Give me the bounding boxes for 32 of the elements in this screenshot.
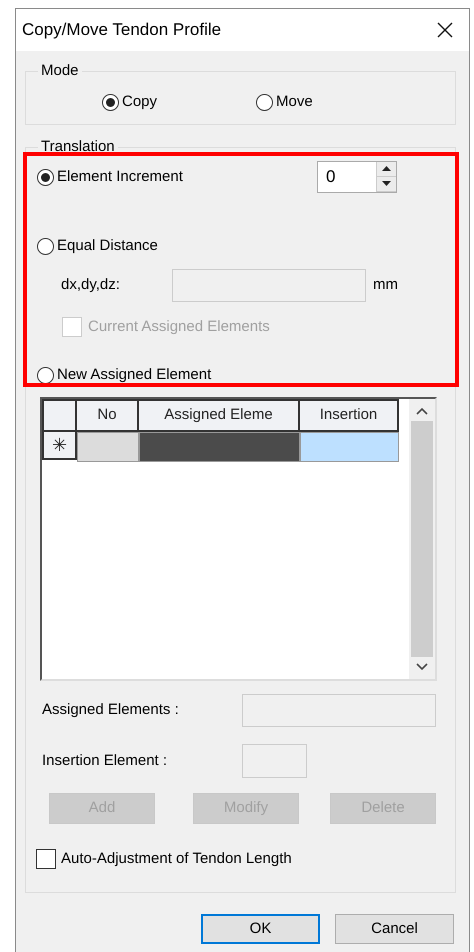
- column-header: Assigned Eleme: [137, 399, 300, 432]
- table-cell[interactable]: [77, 432, 139, 462]
- data-grid[interactable]: No Assigned Eleme Insertion ✳: [40, 397, 437, 681]
- new-row-marker: ✳: [42, 430, 77, 460]
- scroll-up-icon[interactable]: [416, 407, 428, 415]
- up-arrow-icon[interactable]: [382, 166, 391, 172]
- radio-button[interactable]: Copy: [102, 90, 158, 114]
- column-header: No: [75, 399, 139, 432]
- window-title: Copy/Move Tendon Profile: [22, 19, 222, 42]
- radio-button[interactable]: Move: [256, 90, 313, 114]
- radio-button[interactable]: Element Increment: [37, 166, 183, 188]
- table-cell[interactable]: [300, 432, 399, 462]
- scrollbar[interactable]: [409, 399, 435, 679]
- down-arrow-icon[interactable]: [382, 181, 391, 187]
- spin-box[interactable]: 0: [317, 161, 397, 193]
- checkbox-label: Current Assigned Elements: [88, 316, 270, 337]
- close-icon[interactable]: [437, 22, 453, 38]
- table-cell[interactable]: [139, 432, 300, 462]
- field-label: Insertion Element :: [42, 750, 168, 771]
- field-label: dx,dy,dz:: [61, 275, 121, 296]
- radio-button[interactable]: New Assigned Element: [37, 364, 212, 386]
- checkbox-label: Auto-Adjustment of Tendon Length: [61, 848, 292, 869]
- ok-button[interactable]: OK: [201, 914, 320, 944]
- group-label: Translation: [40, 138, 116, 156]
- checkbox[interactable]: [36, 849, 56, 869]
- scroll-down-icon[interactable]: [416, 663, 428, 671]
- radio-button[interactable]: Equal Distance: [37, 234, 158, 258]
- column-header: Insertion: [298, 399, 399, 432]
- unit-label: mm: [373, 275, 398, 296]
- field-label: Assigned Elements :: [42, 700, 180, 720]
- cancel-button[interactable]: Cancel: [335, 914, 454, 944]
- group-label: Mode: [40, 62, 80, 80]
